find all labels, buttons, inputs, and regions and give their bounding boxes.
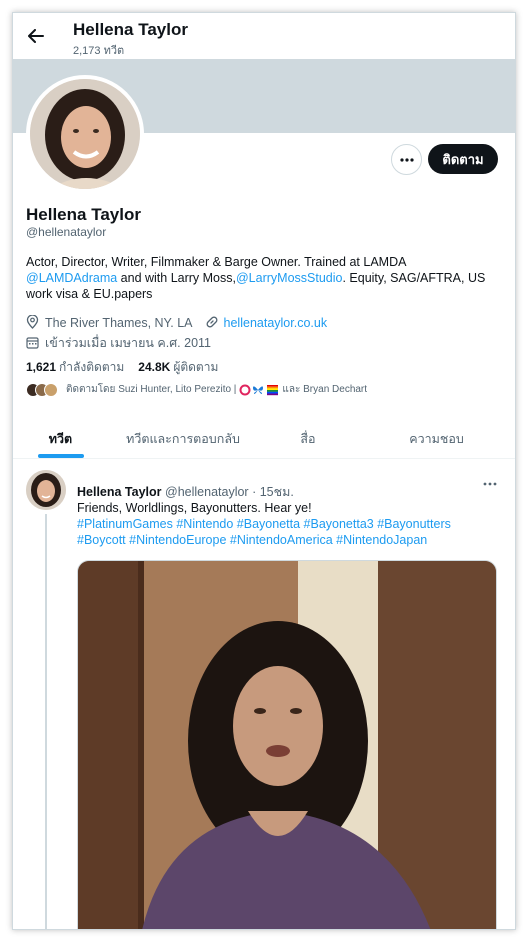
bio-mention-lamda[interactable]: @LAMDAdrama <box>26 271 117 285</box>
tweet-author[interactable]: Hellena Taylor <box>77 485 162 499</box>
thread-line <box>45 514 47 929</box>
tweet-text: Friends, Worldlings, Bayonutters. Hear y… <box>77 500 497 548</box>
tweet-avatar[interactable] <box>26 470 66 510</box>
ellipsis-icon <box>399 157 414 162</box>
top-header: Hellena Taylor 2,173 ทวีต <box>13 13 515 59</box>
tweet-time[interactable]: · 15ชม. <box>252 485 294 499</box>
profile-avatar[interactable] <box>26 75 144 193</box>
tweet-line: Friends, Worldlings, Bayonutters. Hear y… <box>77 501 312 515</box>
tab-media[interactable]: สื่อ <box>258 413 358 458</box>
link-icon <box>205 315 220 330</box>
profile-website-link[interactable]: hellenataylor.co.uk <box>224 316 328 330</box>
profile-meta: The River Thames, NY. LA hellenataylor.c… <box>26 315 327 330</box>
tab-likes[interactable]: ความชอบ <box>358 413 515 458</box>
calendar-icon <box>26 336 41 351</box>
profile-joined-date: เข้าร่วมเมื่อ เมษายน ค.ศ. 2011 <box>45 336 212 350</box>
follow-button[interactable]: ติดตาม <box>428 144 498 174</box>
followers-count: 24.8K <box>138 360 171 374</box>
profile-handle: @hellenataylor <box>26 225 107 239</box>
back-arrow-icon[interactable] <box>23 23 49 49</box>
tweet[interactable]: Hellena Taylor @hellenataylor · 15ชม. Fr… <box>13 460 515 929</box>
profile-stats: 1,621 กำลังติดตาม 24.8K ผู้ติดตาม <box>26 358 232 377</box>
profile-bio: Actor, Director, Writer, Filmmaker & Bar… <box>26 254 496 302</box>
tweet-handle[interactable]: @hellenataylor <box>165 485 249 499</box>
following-label: กำลังติดตาม <box>59 360 125 374</box>
tab-tweets[interactable]: ทวีต <box>13 413 108 458</box>
butterfly-icon <box>253 385 264 394</box>
profile-page: Hellena Taylor 2,173 ทวีต ติดตาม Hellena… <box>12 12 516 930</box>
header-name: Hellena Taylor <box>73 20 188 39</box>
emoji-icons <box>239 384 279 396</box>
followed-by-text: ติดตามโดย Suzi Hunter, Lito Perezito | <box>66 384 237 395</box>
tweet-video-thumbnail[interactable] <box>77 560 497 929</box>
bio-text: Actor, Director, Writer, Filmmaker & Bar… <box>26 255 407 269</box>
tab-tweets-replies[interactable]: ทวีตและการตอบกลับ <box>108 413 258 458</box>
bio-text: and with Larry Moss, <box>117 271 236 285</box>
profile-joined: เข้าร่วมเมื่อ เมษายน ค.ศ. 2011 <box>26 333 211 353</box>
followers-stat[interactable]: 24.8K ผู้ติดตาม <box>138 358 218 377</box>
avatar <box>44 382 58 397</box>
location-pin-icon <box>26 315 41 330</box>
follower-avatars <box>26 382 58 397</box>
tweet-header: Hellena Taylor @hellenataylor · 15ชม. <box>77 482 294 502</box>
profile-location: The River Thames, NY. LA <box>45 315 193 330</box>
header-tweet-count: 2,173 ทวีต <box>73 45 125 57</box>
followed-by-row[interactable]: ติดตามโดย Suzi Hunter, Lito Perezito | แ… <box>26 382 367 397</box>
profile-display-name: Hellena Taylor <box>26 205 141 224</box>
more-options-button[interactable] <box>391 144 422 175</box>
tweet-more-icon[interactable] <box>481 478 499 490</box>
followed-by-text: และ Bryan Dechart <box>282 384 368 395</box>
followers-label: ผู้ติดตาม <box>173 360 219 374</box>
bio-mention-larrymoss[interactable]: @LarryMossStudio <box>236 271 342 285</box>
tweet-hashtags[interactable]: #PlatinumGames #Nintendo #Bayonetta #Bay… <box>77 516 497 532</box>
tweet-hashtags[interactable]: #Boycott #NintendoEurope #NintendoAmeric… <box>77 532 497 548</box>
following-stat[interactable]: 1,621 กำลังติดตาม <box>26 358 124 377</box>
red-circle-icon <box>239 384 251 395</box>
following-count: 1,621 <box>26 360 57 374</box>
profile-tabs: ทวีต ทวีตและการตอบกลับ สื่อ ความชอบ <box>13 413 515 459</box>
